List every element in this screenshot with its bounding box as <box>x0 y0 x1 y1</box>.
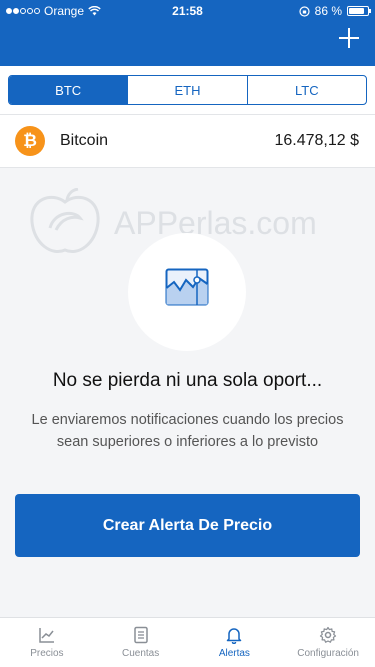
chart-icon <box>39 628 54 643</box>
gear-icon <box>320 626 337 643</box>
coin-row[interactable]: ₿ Bitcoin 16.478,12 $ <box>0 114 375 168</box>
plus-icon[interactable] <box>339 28 359 48</box>
bitcoin-icon: ₿ <box>15 126 45 156</box>
segment-btc[interactable]: BTC <box>9 76 129 104</box>
orientation-lock-icon <box>299 5 310 17</box>
bell-icon <box>227 628 242 644</box>
status-right: 86 % <box>299 4 371 18</box>
battery-icon <box>347 6 371 16</box>
status-bar: Orange 21:58 86 % <box>0 0 375 22</box>
empty-state-title: No se pierda ni una sola oport... <box>52 370 323 391</box>
watermark-text: APPerlas.com <box>114 204 317 241</box>
empty-state-description: Le enviaremos notificaciones cuando los … <box>31 412 344 450</box>
tab-label: Alertas <box>218 648 250 659</box>
tab-label: Cuentas <box>122 648 160 659</box>
battery-fill <box>349 8 365 14</box>
coin-name: Bitcoin <box>60 132 109 149</box>
create-price-alert-button[interactable]: Crear Alerta De Precio <box>15 494 360 557</box>
currency-selector-area: BTC ETH LTC <box>0 66 375 114</box>
battery-percent: 86 % <box>314 4 342 18</box>
empty-state-illustration <box>128 233 246 351</box>
tab-bar: Precios Cuentas Alertas Configuración <box>0 617 375 667</box>
tab-label: Precios <box>30 648 64 659</box>
app-header: Orange 21:58 86 % <box>0 0 375 66</box>
tab-alertas[interactable]: Alertas <box>188 618 282 667</box>
chart-window-icon <box>165 268 209 306</box>
currency-segmented-control: BTC ETH LTC <box>8 75 367 105</box>
tab-precios[interactable]: Precios <box>0 618 94 667</box>
tab-label: Configuración <box>297 648 359 659</box>
tab-configuracion[interactable]: Configuración <box>281 618 375 667</box>
document-icon <box>133 626 148 644</box>
tab-cuentas[interactable]: Cuentas <box>94 618 188 667</box>
coin-price: 16.478,12 $ <box>274 132 359 149</box>
segment-ltc[interactable]: LTC <box>248 76 366 104</box>
segment-eth[interactable]: ETH <box>128 76 248 104</box>
watermark-apple-icon <box>30 188 100 253</box>
